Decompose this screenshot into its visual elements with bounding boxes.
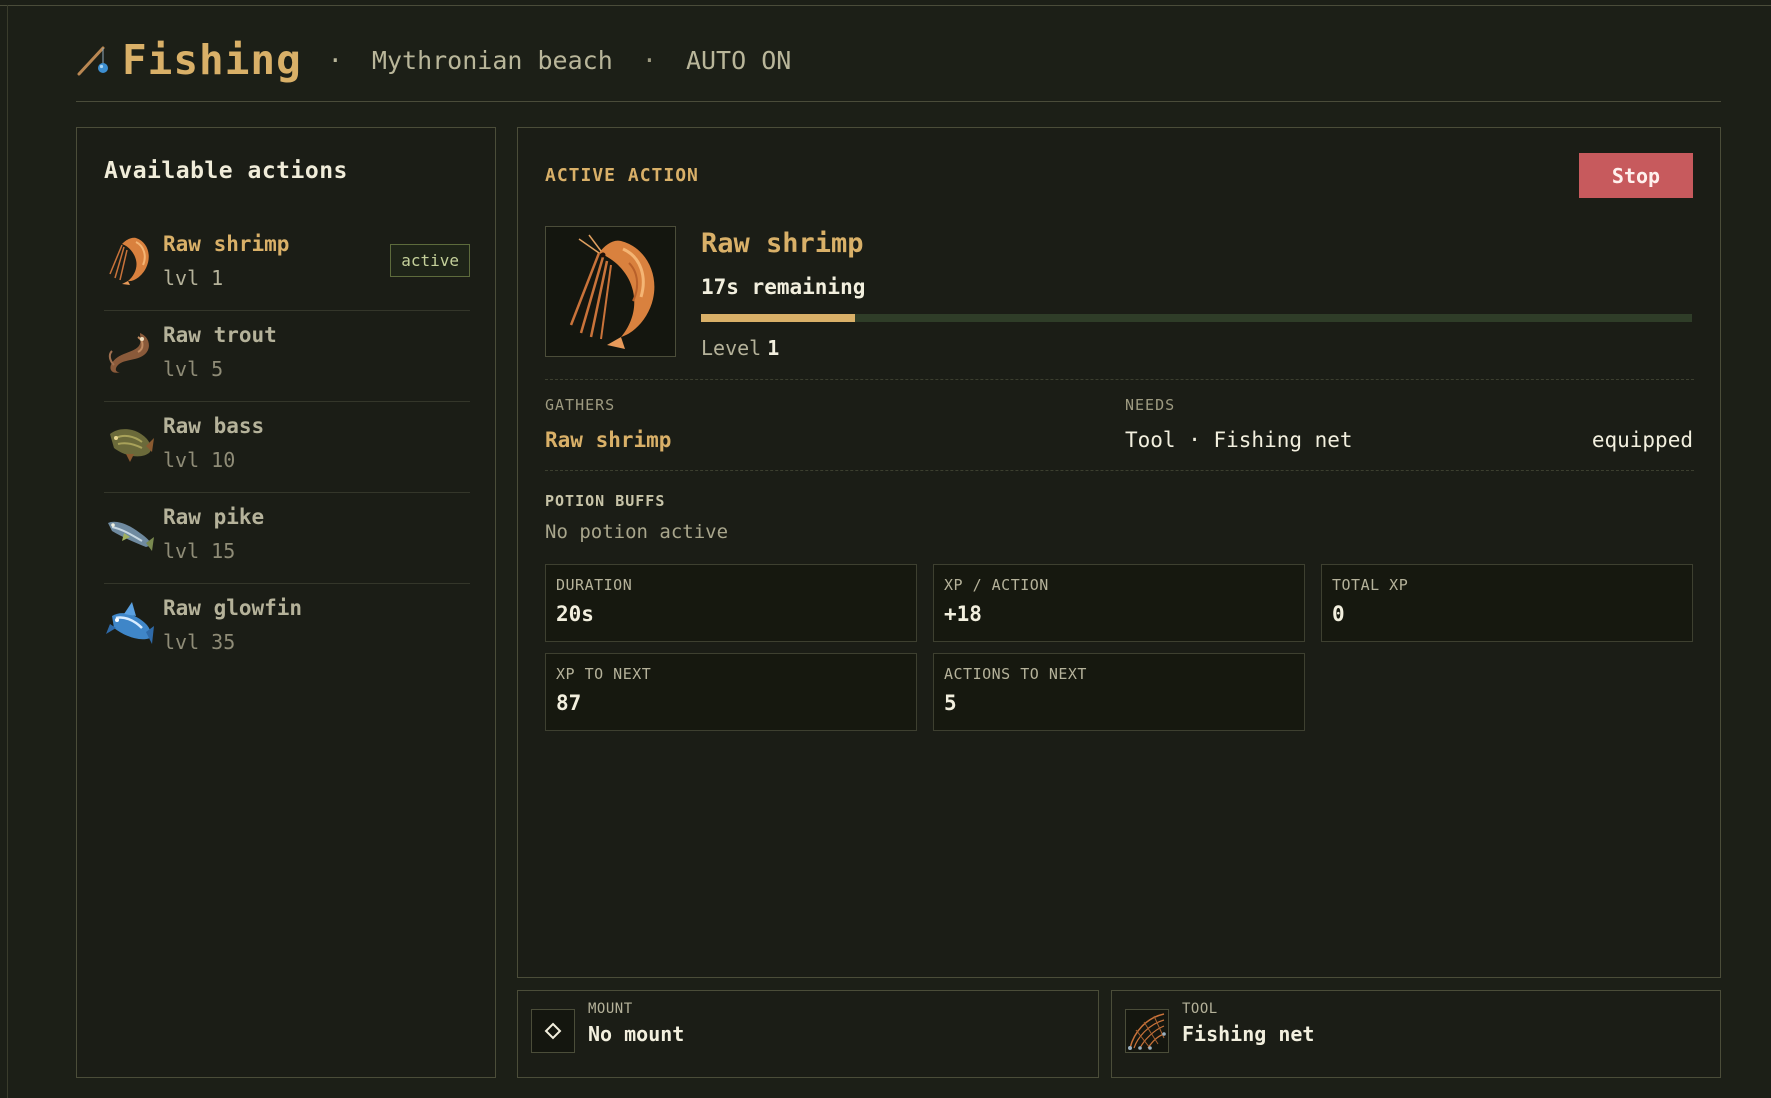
action-level: lvl 10 [163,448,236,472]
potion-buffs-label: POTION BUFFS [545,492,666,510]
stop-button[interactable]: Stop [1579,153,1693,198]
trout-icon [108,333,149,373]
available-actions-panel: Available actions Raw shrimp lvl 1 activ… [76,127,496,1078]
stat-value: 20s [556,602,594,626]
action-item-raw-shrimp[interactable]: Raw shrimp lvl 1 active [104,220,470,311]
tool-slot[interactable]: TOOL Fishing net [1111,990,1721,1078]
level-value: 1 [767,336,780,360]
action-name: Raw trout [163,323,277,347]
active-badge: active [390,244,470,277]
needs-label: NEEDS [1125,396,1176,414]
action-name: Raw shrimp [163,232,290,256]
action-item-raw-pike[interactable]: Raw pike lvl 15 [104,493,470,584]
required-level: Level 1 [701,336,779,360]
potion-buffs-value: No potion active [545,521,729,543]
glowfin-icon [106,602,154,644]
stat-duration: DURATION 20s [545,564,917,642]
stat-value: +18 [944,602,982,626]
tool-label: TOOL [1182,1001,1218,1017]
action-name: Raw glowfin [163,596,303,620]
tool-value: Fishing net [1182,1022,1315,1046]
action-item-raw-glowfin[interactable]: Raw glowfin lvl 35 [104,584,470,675]
stat-label: ACTIONS TO NEXT [944,665,1087,683]
shrimp-icon [569,234,654,349]
page-title: Fishing [122,36,302,84]
stat-value: 87 [556,691,582,715]
separator: · [641,45,657,75]
shrimp-icon [109,237,149,285]
action-item-raw-bass[interactable]: Raw bass lvl 10 [104,402,470,493]
diamond-icon [544,1022,562,1040]
left-border [7,5,8,1098]
action-level: lvl 1 [163,266,224,290]
action-level: lvl 15 [163,539,236,563]
header-divider [76,101,1721,102]
slot-icon-frame [1125,1009,1169,1053]
stat-label: XP / ACTION [944,576,1049,594]
separator: · [327,45,343,75]
action-name: Raw bass [163,414,265,438]
dashed-divider [545,379,1694,380]
action-progress-bar [701,314,1692,322]
header-subtitle: · Mythronian beach · AUTO ON [328,46,792,75]
mount-slot[interactable]: MOUNT No mount [517,990,1099,1078]
stat-label: XP TO NEXT [556,665,652,683]
stat-label: DURATION [556,576,633,594]
stat-total-xp: TOTAL XP 0 [1321,564,1693,642]
level-label: Level [701,336,762,360]
active-action-name: Raw shrimp [701,228,864,259]
action-item-raw-trout[interactable]: Raw trout lvl 5 [104,311,470,402]
action-list: Raw shrimp lvl 1 active Raw trout lvl 5 [104,220,470,675]
time-remaining: 17s remaining [701,275,866,299]
needs-status: equipped [1591,428,1693,452]
gathers-label: GATHERS [545,396,616,414]
action-level: lvl 5 [163,357,224,381]
mount-value: No mount [588,1022,685,1046]
progress-fill [701,314,855,322]
auto-status: AUTO ON [685,45,792,75]
pike-icon [108,521,154,551]
action-name: Raw pike [163,505,265,529]
panel-title: Available actions [104,158,348,184]
section-label: ACTIVE ACTION [545,165,699,186]
stat-value: 0 [1332,602,1345,626]
dashed-divider [545,470,1694,471]
action-level: lvl 35 [163,630,236,654]
stat-xp-to-next: XP TO NEXT 87 [545,653,917,731]
gathers-value: Raw shrimp [545,428,672,452]
active-item-frame [545,226,676,357]
stat-xp-per-action: XP / ACTION +18 [933,564,1305,642]
location-name: Mythronian beach [371,45,613,75]
fishing-net-icon [1128,1013,1166,1050]
fishing-rod-icon [77,46,108,76]
top-border [0,5,1771,6]
page-header: Fishing · Mythronian beach · AUTO ON [76,30,791,90]
bass-icon [110,429,154,462]
mount-label: MOUNT [588,1001,633,1017]
stat-label: TOTAL XP [1332,576,1409,594]
slot-icon-frame [531,1009,575,1053]
needs-value: Tool · Fishing net [1125,428,1353,452]
active-action-panel: ACTIVE ACTION Stop Raw shrimp 17s remain… [517,127,1721,978]
stat-actions-to-next: ACTIONS TO NEXT 5 [933,653,1305,731]
stat-value: 5 [944,691,957,715]
